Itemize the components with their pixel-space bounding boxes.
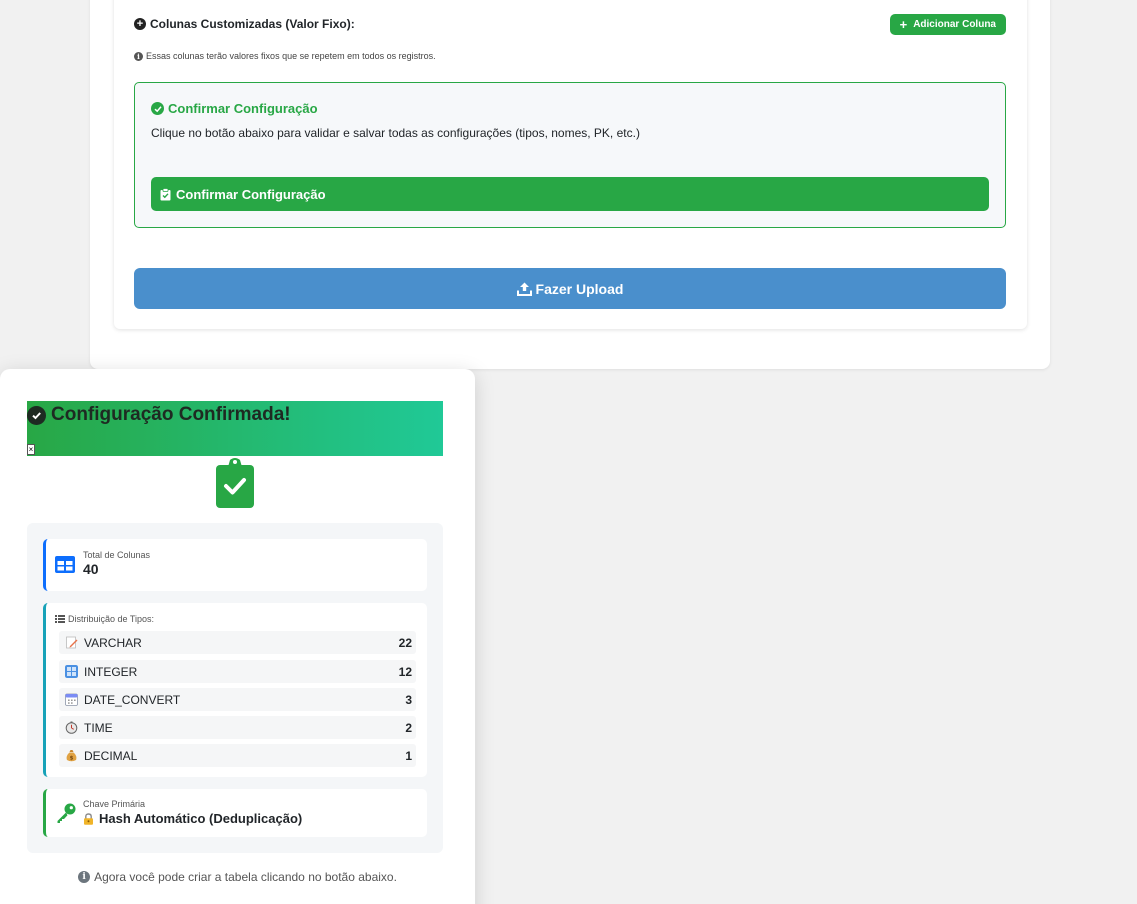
key-icon <box>57 803 76 823</box>
type-distribution-header: Distribuição de Tipos: <box>55 614 154 624</box>
total-columns-card: Total de Colunas 40 <box>43 539 427 591</box>
type-row-varchar: VARCHAR 22 <box>59 631 416 654</box>
primary-key-label: Chave Primária <box>83 799 146 809</box>
config-confirmed-modal: Configuração Confirmada! × Total de Colu… <box>0 369 475 904</box>
type-name: TIME <box>84 720 113 735</box>
type-name: DECIMAL <box>84 748 138 763</box>
calendar-icon <box>65 693 78 706</box>
total-columns-text: Total de Colunas 40 <box>83 550 150 577</box>
custom-columns-info: i Essas colunas terão valores fixos que … <box>134 51 436 61</box>
total-columns-label: Total de Colunas <box>83 550 151 560</box>
type-name: DATE_CONVERT <box>84 692 181 707</box>
numbers-icon <box>65 665 78 678</box>
list-icon <box>55 615 65 623</box>
modal-header: Configuração Confirmada! × <box>27 401 443 456</box>
confirm-config-button[interactable]: Confirmar Configuração <box>151 177 989 211</box>
type-count: 2 <box>405 720 412 735</box>
upload-button-label: Fazer Upload <box>535 280 624 297</box>
clipboard-check-icon <box>216 458 254 508</box>
modal-footer-note-text: Agora você pode criar a tabela clicando … <box>94 870 397 884</box>
type-count: 22 <box>398 635 412 650</box>
info-icon: i <box>78 871 91 883</box>
type-count: 12 <box>398 664 412 679</box>
confirm-config-title: Confirmar Configuração <box>151 101 318 116</box>
type-distribution-card: Distribuição de Tipos: VARCHAR 22 INTEGE… <box>43 603 427 777</box>
upload-icon <box>516 282 532 296</box>
type-name: INTEGER <box>84 664 138 679</box>
type-row-integer: INTEGER 12 <box>59 660 416 683</box>
custom-columns-title-text: Colunas Customizadas (Valor Fixo): <box>150 17 355 31</box>
type-count: 1 <box>405 748 412 763</box>
confirm-config-button-label: Confirmar Configuração <box>176 186 326 202</box>
type-row-time: TIME 2 <box>59 716 416 739</box>
plus-icon: + <box>899 16 908 32</box>
plus-circle-icon: + <box>134 18 146 30</box>
confirm-config-title-text: Confirmar Configuração <box>168 101 318 116</box>
primary-key-value: Hash Automático (Deduplicação) <box>99 811 303 826</box>
total-columns-value: 40 <box>83 561 99 577</box>
config-summary: Total de Colunas 40 Distribuição de Tipo… <box>27 523 443 853</box>
lock-icon <box>84 812 93 825</box>
type-name: VARCHAR <box>84 635 142 650</box>
stopwatch-icon <box>65 721 78 734</box>
svg-text:$: $ <box>70 756 74 762</box>
modal-title: Configuração Confirmada! <box>27 404 291 426</box>
custom-columns-title: + Colunas Customizadas (Valor Fixo): <box>134 17 355 31</box>
type-row-date-convert: DATE_CONVERT 3 <box>59 688 416 711</box>
type-row-decimal: $ DECIMAL 1 <box>59 744 416 767</box>
confirm-config-description: Clique no botão abaixo para validar e sa… <box>151 126 640 140</box>
check-circle-icon <box>27 405 46 425</box>
modal-title-text: Configuração Confirmada! <box>51 404 291 425</box>
custom-columns-info-text: Essas colunas terão valores fixos que se… <box>146 51 436 61</box>
add-column-label: Adicionar Coluna <box>913 18 996 30</box>
memo-icon <box>66 636 78 649</box>
money-bag-icon: $ <box>66 750 77 762</box>
custom-columns-header: + Colunas Customizadas (Valor Fixo): + A… <box>134 13 1006 35</box>
primary-key-text: Chave Primária Hash Automático (Deduplic… <box>83 799 302 826</box>
type-count: 3 <box>405 692 412 707</box>
add-column-button[interactable]: + Adicionar Coluna <box>889 13 1006 35</box>
upload-button[interactable]: Fazer Upload <box>134 268 1006 309</box>
clipboard-check-icon <box>160 187 171 200</box>
check-circle-icon <box>151 102 164 115</box>
table-icon <box>55 556 75 573</box>
modal-footer-note: i Agora você pode criar a tabela clicand… <box>0 870 475 884</box>
confirm-config-section: Confirmar Configuração Clique no botão a… <box>134 82 1006 228</box>
close-icon[interactable]: × <box>27 444 35 455</box>
type-distribution-label: Distribuição de Tipos: <box>68 614 155 624</box>
info-icon: i <box>134 51 143 61</box>
primary-key-card: Chave Primária Hash Automático (Deduplic… <box>43 789 427 837</box>
